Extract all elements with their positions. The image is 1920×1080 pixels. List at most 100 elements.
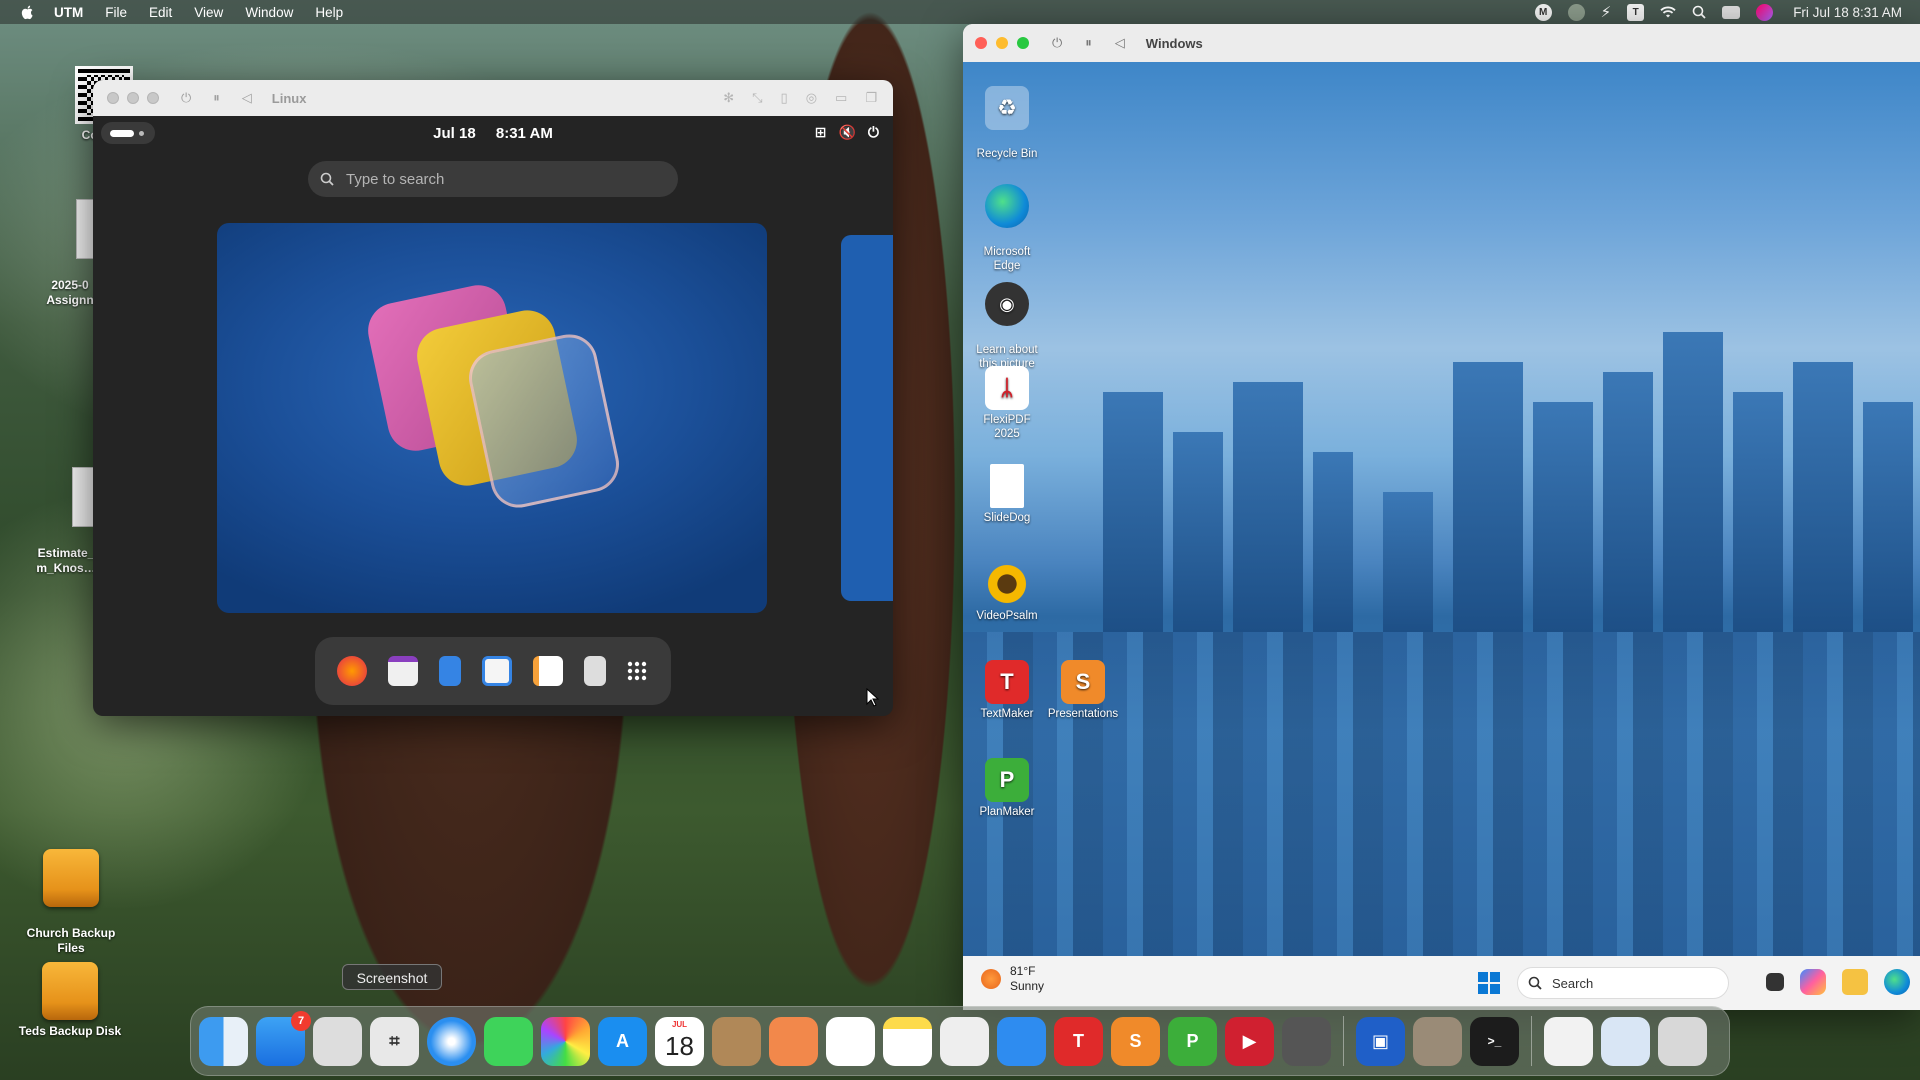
search-field[interactable] — [308, 161, 678, 197]
brightness-icon[interactable]: ✻ — [723, 90, 734, 106]
pause-icon[interactable]: ⏸ — [213, 90, 220, 106]
desktop-icon-presentations[interactable]: S Presentations — [1047, 660, 1119, 721]
windows-window-titlebar[interactable]: ⏻ ⏸ ◁ Windows — [963, 24, 1920, 62]
gimp-icon[interactable] — [1413, 1016, 1462, 1066]
contacts-icon[interactable] — [712, 1016, 761, 1066]
software-center-icon[interactable] — [481, 656, 512, 686]
preview-icon[interactable] — [940, 1016, 989, 1066]
menu-help[interactable]: Help — [315, 5, 343, 20]
zoom-button[interactable] — [1017, 37, 1029, 49]
finder-icon[interactable] — [199, 1016, 248, 1066]
apple-menu-icon[interactable] — [20, 4, 36, 20]
system-tray[interactable]: ⊞ 🔇 ⏻ — [815, 124, 879, 141]
app-store-icon[interactable]: A — [598, 1016, 647, 1066]
desktop-icon-recycle-bin[interactable]: ♻ Recycle Bin — [971, 72, 1043, 175]
launchpad-icon[interactable] — [313, 1016, 362, 1066]
control-center-icon[interactable] — [1722, 5, 1741, 19]
resize-icon[interactable]: ⤡ — [752, 90, 762, 106]
desktop-icon-flexipdf[interactable]: ᛦ FlexiPDF 2025 — [971, 366, 1043, 441]
search-input[interactable] — [346, 170, 646, 188]
screenshot-icon[interactable]: ⌗ — [370, 1016, 419, 1066]
iphone-mirroring-icon[interactable] — [1282, 1016, 1331, 1066]
windows-desktop[interactable]: ♻ Recycle Bin Microsoft Edge ◉ Learn abo… — [963, 62, 1920, 962]
desktop-icon-church-backup[interactable]: Church Backup Files — [14, 834, 128, 971]
menu-app-name[interactable]: UTM — [54, 5, 83, 20]
reminders-icon[interactable] — [826, 1016, 875, 1066]
desktop-icon-slidedog[interactable]: SlideDog — [971, 464, 1043, 525]
windows-icon[interactable]: ❐ — [865, 90, 877, 106]
safari-icon[interactable] — [427, 1016, 476, 1066]
menu-edit[interactable]: Edit — [149, 5, 172, 20]
folder-icon[interactable]: ▭ — [835, 90, 847, 106]
power-icon[interactable]: ⏻ — [1052, 35, 1062, 51]
windows-start-icon[interactable] — [1478, 972, 1500, 994]
copilot-icon[interactable] — [1800, 969, 1826, 995]
desktop-icon-assignment[interactable]: 2025-0 Assignn — [40, 184, 100, 323]
desktop-icon-estimate[interactable]: Estimate_ m_Knos… — [36, 452, 96, 591]
m-app-icon[interactable]: M — [1534, 3, 1552, 21]
network-icon: ⊞ — [814, 124, 827, 140]
messages-icon[interactable] — [484, 1016, 533, 1066]
close-button[interactable] — [107, 92, 119, 104]
workspace-thumbnail-current[interactable] — [217, 223, 767, 613]
notes-icon[interactable] — [532, 656, 563, 686]
task-view-icon[interactable] — [1766, 973, 1784, 991]
pages-icon[interactable] — [769, 1016, 818, 1066]
presentations-dock-icon[interactable]: S — [1111, 1016, 1160, 1066]
calculator-icon[interactable] — [583, 656, 606, 686]
minimize-button[interactable] — [127, 92, 139, 104]
taskbar-search[interactable]: Search — [1517, 967, 1729, 999]
icon-label: Recycle Bin — [976, 148, 1038, 160]
text-app-icon[interactable]: T — [1627, 3, 1645, 21]
desktop-icon-teds-backup[interactable]: Teds Backup Disk — [10, 962, 130, 1039]
back-icon[interactable]: ◁ — [242, 90, 252, 106]
linux-window-titlebar[interactable]: ⏻ ⏸ ◁ Linux ✻ ⤡ ▯ ◎ ▭ ❐ — [93, 80, 893, 116]
window-stack-icon[interactable] — [1601, 1016, 1650, 1066]
drive-icon[interactable]: ◎ — [806, 90, 817, 106]
text-editor-icon[interactable] — [439, 656, 462, 686]
calendar-icon[interactable] — [388, 656, 419, 686]
pause-icon[interactable]: ⏸ — [1085, 35, 1092, 51]
keynote-icon[interactable] — [997, 1016, 1046, 1066]
desktop-icon-videopsalm[interactable]: VideoPsalm — [971, 562, 1043, 623]
edge-taskbar-icon[interactable] — [1884, 969, 1910, 995]
desktop-icon-textmaker[interactable]: T TextMaker — [971, 660, 1043, 721]
close-button[interactable] — [975, 37, 987, 49]
bolt-icon[interactable]: ⚡ — [1601, 3, 1612, 21]
power-menu-icon: ⏻ — [867, 124, 879, 140]
weather-widget[interactable]: 81°F Sunny — [981, 964, 1044, 994]
windows-vm-window[interactable]: ⏻ ⏸ ◁ Windows ♻ Recycle Bin Microsoft Ed… — [963, 24, 1920, 1010]
vpn-icon[interactable] — [1567, 3, 1585, 21]
back-icon[interactable]: ◁ — [1115, 35, 1125, 51]
utm-icon[interactable]: ▣ — [1356, 1016, 1405, 1066]
usb-icon[interactable]: ▯ — [781, 90, 788, 106]
menu-file[interactable]: File — [105, 5, 127, 20]
terminal-icon[interactable]: >_ — [1470, 1016, 1519, 1066]
app-grid-icon[interactable] — [626, 660, 648, 682]
menu-view[interactable]: View — [194, 5, 223, 20]
pdf-app-icon[interactable]: ▶ — [1225, 1016, 1274, 1066]
mail-icon[interactable]: 7 — [256, 1010, 311, 1066]
zoom-button[interactable] — [147, 92, 159, 104]
linux-vm-window[interactable]: ⏻ ⏸ ◁ Linux ✻ ⤡ ▯ ◎ ▭ ❐ Jul 18 8:31 AM ⊞… — [93, 80, 893, 716]
planmaker-dock-icon[interactable]: P — [1168, 1016, 1217, 1066]
spotlight-icon[interactable] — [1692, 5, 1706, 19]
trash-icon[interactable] — [1658, 1016, 1707, 1066]
desktop-icon-planmaker[interactable]: P PlanMaker — [971, 758, 1043, 819]
textmaker-dock-icon[interactable]: T — [1054, 1016, 1103, 1066]
window-title: Windows — [1145, 35, 1203, 51]
firefox-icon[interactable] — [337, 656, 368, 686]
file-explorer-icon[interactable] — [1842, 969, 1868, 995]
gnome-clock[interactable]: Jul 18 8:31 AM — [93, 125, 893, 142]
calendar-icon[interactable]: JUL 18 — [655, 1016, 704, 1066]
documents-folder-icon[interactable] — [1544, 1016, 1593, 1066]
workspace-thumbnail-next[interactable] — [841, 235, 893, 601]
siri-icon[interactable] — [1756, 3, 1774, 21]
notes-icon[interactable] — [883, 1016, 932, 1066]
power-icon[interactable]: ⏻ — [181, 90, 191, 106]
menu-window[interactable]: Window — [245, 5, 293, 20]
photos-icon[interactable] — [541, 1016, 590, 1066]
wifi-icon[interactable] — [1660, 5, 1676, 19]
minimize-button[interactable] — [996, 37, 1008, 49]
menubar-clock[interactable]: Fri Jul 18 8:31 AM — [1793, 5, 1902, 20]
